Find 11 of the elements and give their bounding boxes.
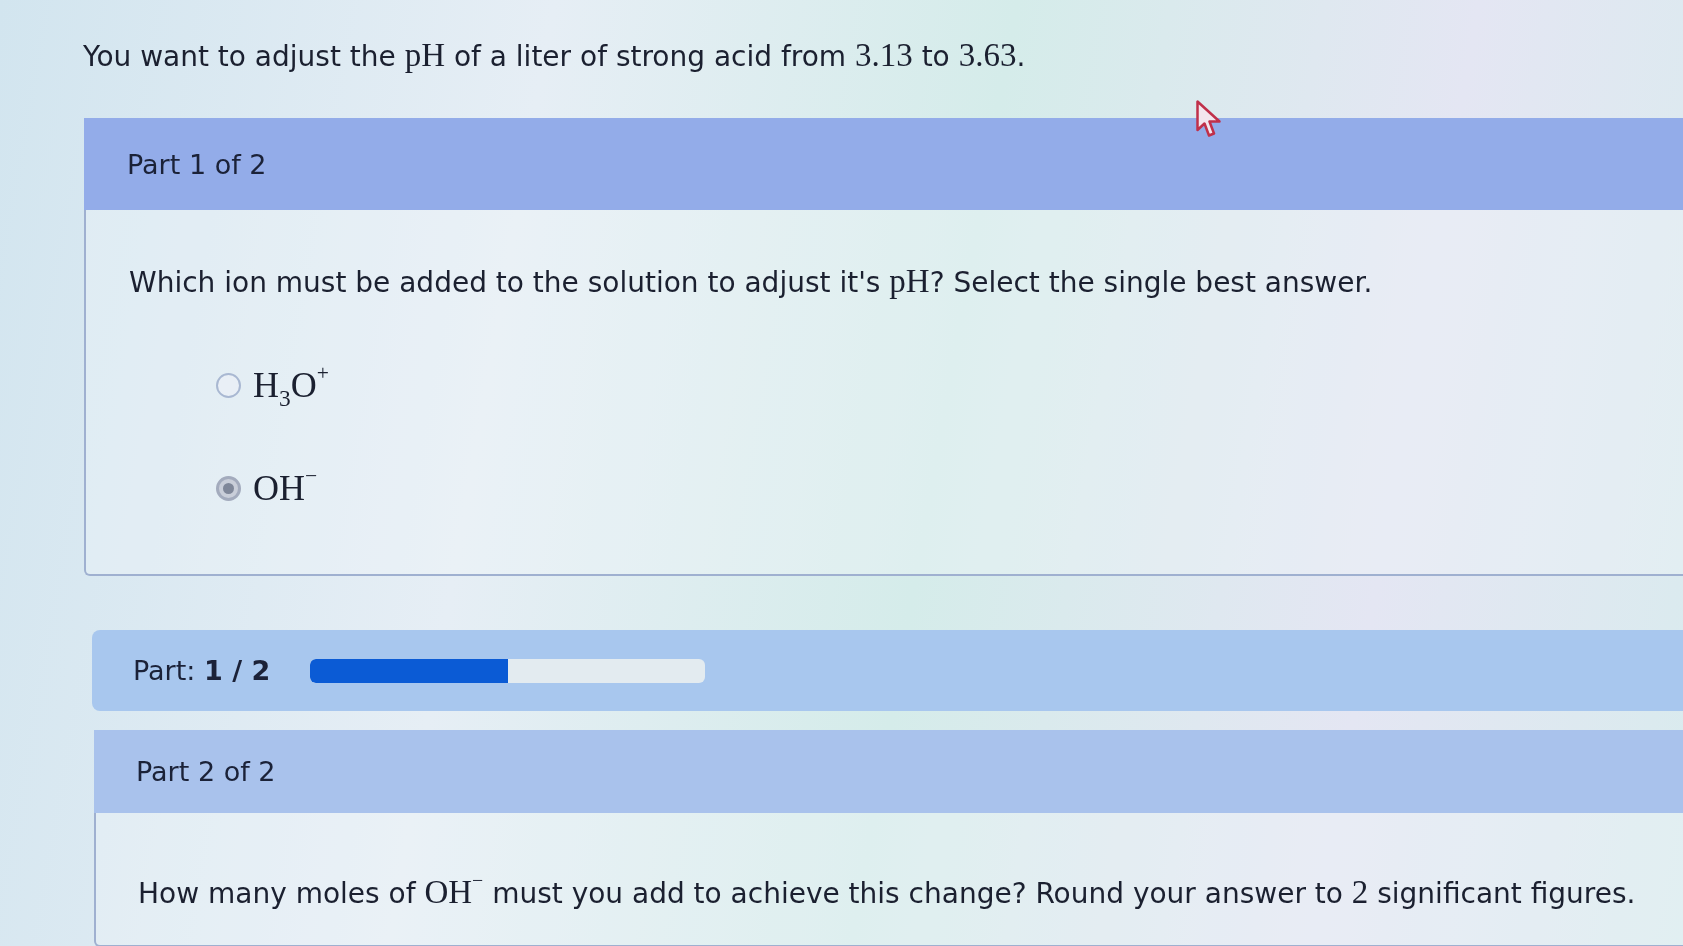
part-title: Part 1 of 2 bbox=[127, 148, 267, 180]
progress-label: Part: 1 / 2 bbox=[133, 655, 271, 686]
prompt-text: Which ion must be added to the solution to adjust it's pH? Select the single best answer. bbox=[129, 262, 1373, 301]
prompt-text: How many moles of OH$^{−}$ must you add to achieve this change? Round your answer to 2 significant figures. bbox=[138, 871, 1636, 912]
cursor-icon bbox=[1196, 100, 1222, 138]
question-text: You want to adjust the pH of a liter of strong acid from 3.13 to 3.63. bbox=[83, 36, 1026, 75]
answer-option[interactable]: OH$^{−}$ bbox=[253, 464, 318, 512]
answer-option[interactable]: H$_{3}$O$^{+}$ bbox=[253, 361, 329, 409]
radio-button[interactable] bbox=[216, 475, 241, 501]
radio-button[interactable] bbox=[216, 372, 241, 398]
part-title: Part 2 of 2 bbox=[136, 756, 276, 787]
